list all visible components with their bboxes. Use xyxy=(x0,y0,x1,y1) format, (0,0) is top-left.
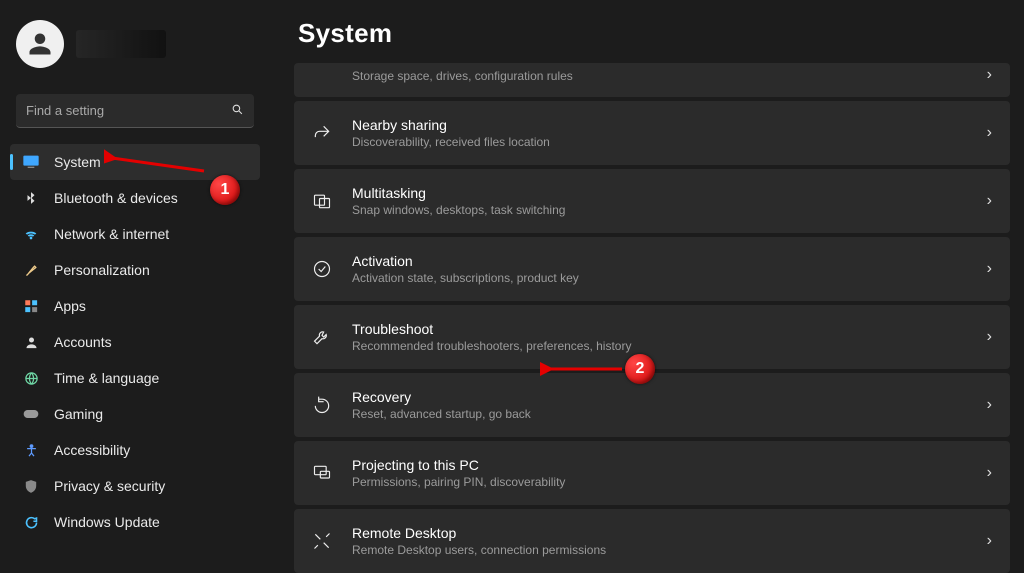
profile-name-redacted xyxy=(76,30,166,58)
globe-icon xyxy=(22,369,40,387)
bluetooth-icon xyxy=(22,189,40,207)
nav-item-windows-update[interactable]: Windows Update xyxy=(10,504,260,540)
panel-projecting[interactable]: Projecting to this PC Permissions, pairi… xyxy=(294,441,1010,505)
nav-label: Accounts xyxy=(54,334,112,350)
nav-item-time-language[interactable]: Time & language xyxy=(10,360,260,396)
chevron-right-icon: › xyxy=(987,124,992,142)
share-icon xyxy=(312,123,332,143)
chevron-right-icon: › xyxy=(987,464,992,482)
panel-title: Troubleshoot xyxy=(352,321,987,337)
nav-item-accounts[interactable]: Accounts xyxy=(10,324,260,360)
nav-label: Bluetooth & devices xyxy=(54,190,178,206)
accounts-icon xyxy=(22,333,40,351)
panel-remote-desktop[interactable]: Remote Desktop Remote Desktop users, con… xyxy=(294,509,1010,573)
chevron-right-icon: › xyxy=(987,396,992,414)
nav-item-system[interactable]: System xyxy=(10,144,260,180)
brush-icon xyxy=(22,261,40,279)
chevron-right-icon: › xyxy=(987,328,992,346)
apps-icon xyxy=(22,297,40,315)
panel-desc: Reset, advanced startup, go back xyxy=(352,407,987,421)
panel-desc: Snap windows, desktops, task switching xyxy=(352,203,987,217)
shield-icon xyxy=(22,477,40,495)
nav-label: Network & internet xyxy=(54,226,169,242)
panel-nearby-sharing[interactable]: Nearby sharing Discoverability, received… xyxy=(294,101,1010,165)
recovery-icon xyxy=(312,395,332,415)
nav-label: Gaming xyxy=(54,406,103,422)
nav-item-gaming[interactable]: Gaming xyxy=(10,396,260,432)
wrench-icon xyxy=(312,327,332,347)
sidebar: System Bluetooth & devices Network & int… xyxy=(0,0,270,538)
storage-icon xyxy=(312,65,332,85)
multitasking-icon xyxy=(312,191,332,211)
chevron-right-icon: › xyxy=(987,260,992,278)
chevron-right-icon: › xyxy=(987,192,992,210)
nav-item-accessibility[interactable]: Accessibility xyxy=(10,432,260,468)
panel-activation[interactable]: Activation Activation state, subscriptio… xyxy=(294,237,1010,301)
panel-title: Nearby sharing xyxy=(352,117,987,133)
panel-title: Remote Desktop xyxy=(352,525,987,541)
panel-recovery[interactable]: Recovery Reset, advanced startup, go bac… xyxy=(294,373,1010,437)
panel-storage[interactable]: Storage space, drives, configuration rul… xyxy=(294,63,1010,97)
panel-multitasking[interactable]: Multitasking Snap windows, desktops, tas… xyxy=(294,169,1010,233)
system-icon xyxy=(22,153,40,171)
nav-label: System xyxy=(54,154,101,170)
nav-label: Accessibility xyxy=(54,442,130,458)
nav-list: System Bluetooth & devices Network & int… xyxy=(10,144,260,540)
settings-list: Storage space, drives, configuration rul… xyxy=(294,63,1010,573)
page-title: System xyxy=(294,0,1010,63)
remote-desktop-icon xyxy=(312,531,332,551)
nav-item-bluetooth[interactable]: Bluetooth & devices xyxy=(10,180,260,216)
profile-area[interactable] xyxy=(10,12,260,76)
panel-desc: Activation state, subscriptions, product… xyxy=(352,271,987,285)
chevron-right-icon: › xyxy=(987,532,992,550)
panel-desc: Remote Desktop users, connection permiss… xyxy=(352,543,987,557)
panel-troubleshoot[interactable]: Troubleshoot Recommended troubleshooters… xyxy=(294,305,1010,369)
gaming-icon xyxy=(22,405,40,423)
panel-title: Projecting to this PC xyxy=(352,457,987,473)
panel-desc: Storage space, drives, configuration rul… xyxy=(352,69,987,83)
nav-label: Time & language xyxy=(54,370,159,386)
panel-title: Activation xyxy=(352,253,987,269)
search-icon xyxy=(231,103,244,119)
nav-label: Apps xyxy=(54,298,86,314)
nav-label: Privacy & security xyxy=(54,478,165,494)
wifi-icon xyxy=(22,225,40,243)
search-box[interactable] xyxy=(16,94,254,128)
panel-title: Recovery xyxy=(352,389,987,405)
chevron-right-icon: › xyxy=(987,66,992,84)
update-icon xyxy=(22,513,40,531)
nav-item-privacy[interactable]: Privacy & security xyxy=(10,468,260,504)
accessibility-icon xyxy=(22,441,40,459)
avatar xyxy=(16,20,64,68)
panel-desc: Permissions, pairing PIN, discoverabilit… xyxy=(352,475,987,489)
nav-item-personalization[interactable]: Personalization xyxy=(10,252,260,288)
nav-label: Personalization xyxy=(54,262,150,278)
panel-title: Multitasking xyxy=(352,185,987,201)
projecting-icon xyxy=(312,463,332,483)
panel-desc: Recommended troubleshooters, preferences… xyxy=(352,339,987,353)
nav-label: Windows Update xyxy=(54,514,160,530)
nav-item-apps[interactable]: Apps xyxy=(10,288,260,324)
nav-item-network[interactable]: Network & internet xyxy=(10,216,260,252)
panel-desc: Discoverability, received files location xyxy=(352,135,987,149)
search-input[interactable] xyxy=(26,103,231,118)
main-content: System Storage space, drives, configurat… xyxy=(290,0,1024,538)
check-circle-icon xyxy=(312,259,332,279)
